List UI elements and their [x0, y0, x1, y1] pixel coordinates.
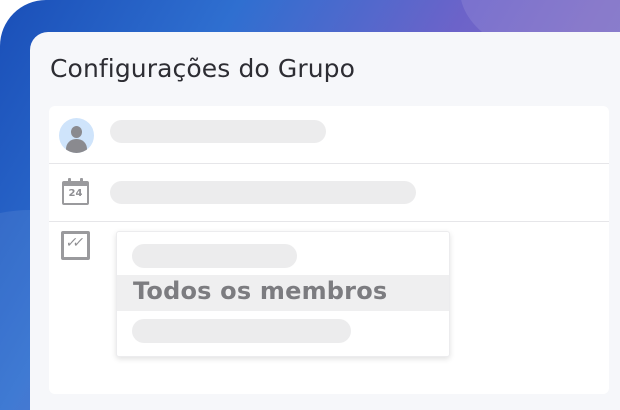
calendar-icon: 24	[62, 178, 89, 205]
members-dropdown[interactable]: Todos os membros	[116, 231, 450, 357]
checklist-icon: ✓✓	[61, 231, 90, 260]
dropdown-option-selected[interactable]: Todos os membros	[117, 275, 449, 311]
settings-panel: Configurações do Grupo 24 ✓✓ Todos os me…	[30, 32, 620, 410]
setting-row-member[interactable]	[49, 106, 609, 164]
placeholder-text	[110, 120, 326, 143]
setting-row-permissions: ✓✓ Todos os membros	[49, 222, 609, 394]
placeholder-text	[110, 181, 416, 204]
dropdown-option-label: Todos os membros	[133, 277, 388, 305]
settings-card: 24 ✓✓ Todos os membros	[49, 106, 609, 394]
user-avatar-icon	[59, 118, 94, 153]
dropdown-option-placeholder[interactable]	[132, 319, 351, 343]
dropdown-option-placeholder[interactable]	[132, 244, 297, 268]
calendar-day: 24	[68, 188, 83, 199]
setting-row-date[interactable]: 24	[49, 164, 609, 222]
page-title: Configurações do Grupo	[50, 54, 356, 83]
